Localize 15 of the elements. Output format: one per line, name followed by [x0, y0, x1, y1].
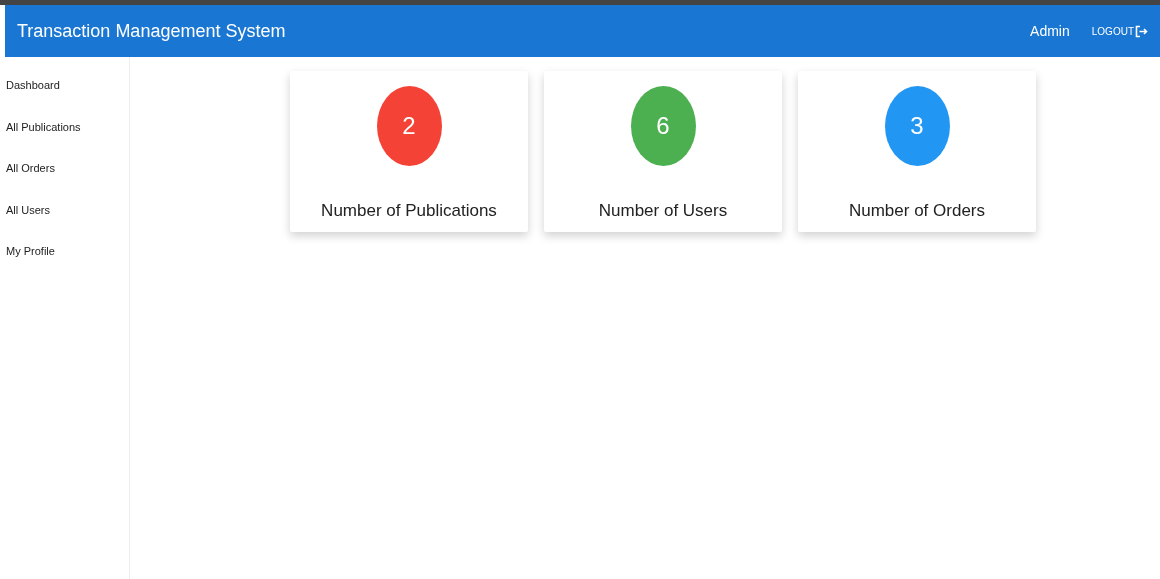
- sidebar-item[interactable]: All Users: [0, 201, 129, 243]
- user-name: Admin: [1030, 21, 1070, 41]
- sidebar-item[interactable]: All Publications: [0, 118, 129, 160]
- sidebar-item[interactable]: All Orders: [0, 160, 129, 202]
- logout-button[interactable]: LOGOUT: [1091, 23, 1148, 39]
- count-circle: 3: [884, 86, 950, 166]
- count-circle: 2: [376, 86, 442, 166]
- sidebar-item[interactable]: My Profile: [0, 243, 129, 285]
- sidebar-item[interactable]: Dashboard: [0, 77, 129, 119]
- stat-label: Number of Orders: [848, 200, 985, 222]
- count-circle: 6: [630, 86, 696, 166]
- stat-label: Number of Publications: [321, 200, 497, 222]
- stat-label: Number of Users: [598, 200, 728, 222]
- logout-icon: [1135, 24, 1148, 38]
- app-title: Transaction Management System: [17, 19, 286, 43]
